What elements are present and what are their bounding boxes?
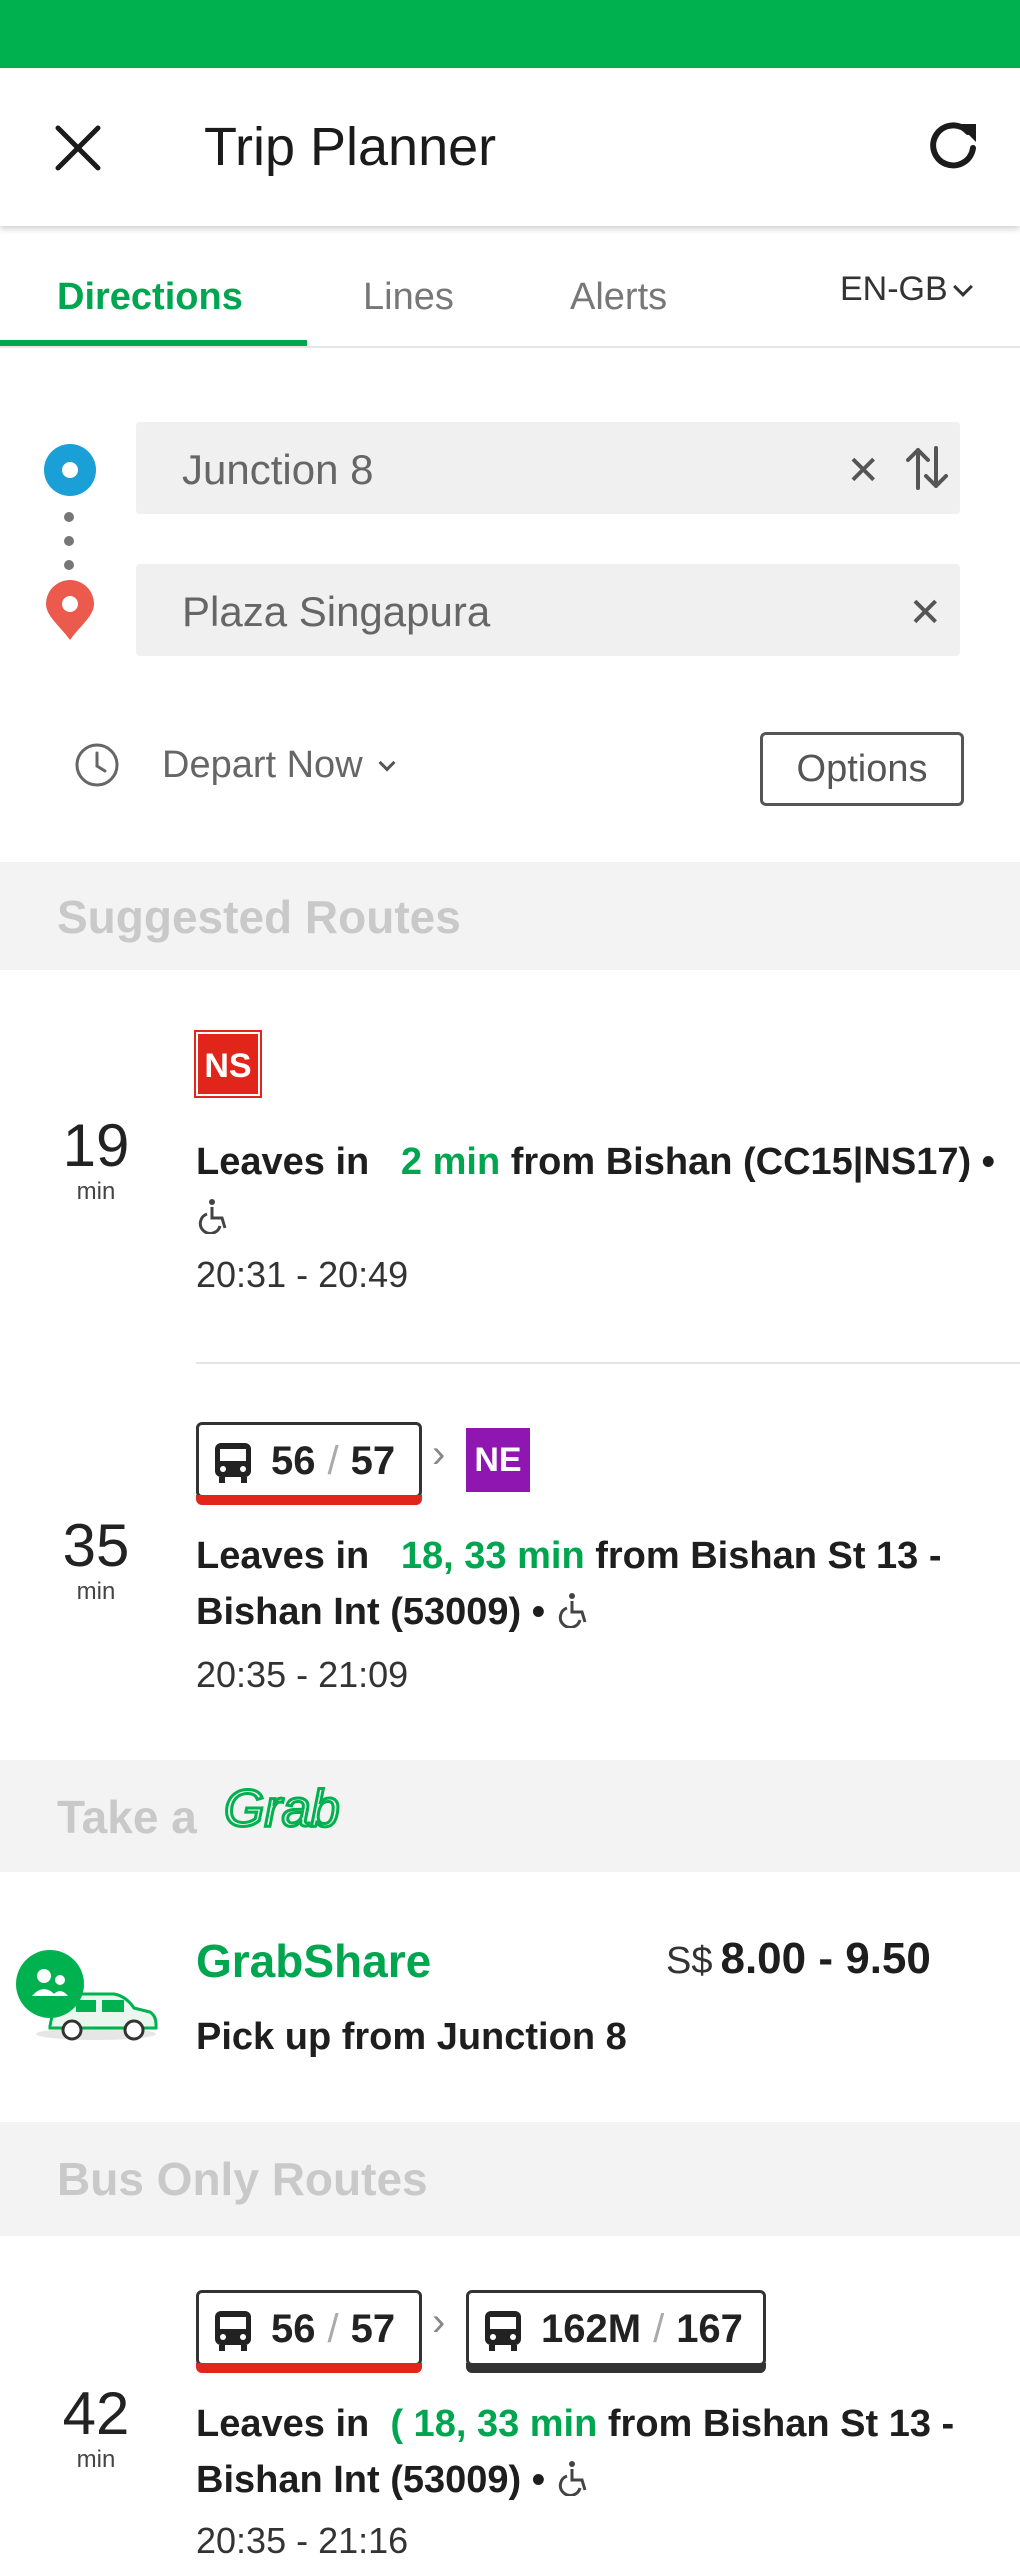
grab-logo: Grab	[224, 1780, 341, 1836]
section-title: Suggested Routes	[57, 891, 461, 943]
route-description: Leaves in 18, 33 min from Bishan St 13 -…	[196, 1528, 996, 1640]
destination-input[interactable]: Plaza Singapura	[182, 588, 490, 636]
route-duration: 19 min	[46, 1114, 146, 1206]
duration-value: 35	[62, 1512, 130, 1579]
route-duration: 35 min	[46, 1514, 146, 1606]
tab-directions[interactable]: Directions	[57, 276, 243, 319]
duration-unit: min	[76, 1178, 116, 1205]
bus-numbers: 56/57	[271, 2307, 396, 2351]
origin-marker-icon	[44, 444, 96, 496]
leaves-time: ( 18, 33 min	[390, 2403, 598, 2445]
refresh-icon[interactable]	[924, 118, 982, 176]
route-times: 20:35 - 21:16	[196, 2520, 409, 2560]
bus-icon	[215, 1443, 251, 1483]
route-card[interactable]: NS 19 min Leaves in 2 min from Bishan (C…	[0, 1000, 1020, 1340]
section-title: Take a	[57, 1791, 197, 1843]
leaves-prefix: Leaves in	[196, 1535, 370, 1577]
bus-number: 57	[350, 2307, 396, 2351]
route-card[interactable]: 56/57 › 162M/167 42 min Leaves in ( 18, …	[0, 2282, 1020, 2560]
route-dots-icon	[64, 512, 74, 584]
leaves-time: 18, 33 min	[400, 1535, 585, 1577]
grabshare-pickup: Pick up from Junction 8	[196, 2016, 627, 2058]
chevron-down-icon	[378, 754, 396, 772]
leaves-prefix: Leaves in	[196, 2403, 370, 2445]
tab-bar: Directions Lines Alerts EN-GB	[0, 226, 1020, 348]
grabshare-price: S$ 8.00 - 9.50	[666, 1934, 931, 1984]
bus-color-bar	[196, 2363, 422, 2373]
close-icon[interactable]	[50, 120, 106, 176]
route-card[interactable]: 56/57 › NE 35 min Leaves in 18, 33 min f…	[0, 1414, 1020, 1754]
wheelchair-icon	[558, 1593, 587, 1628]
bus-number: 57	[350, 1439, 396, 1483]
grab-car-icon	[16, 1950, 158, 2041]
bus-number: 167	[676, 2307, 743, 2351]
bus-icon	[485, 2311, 521, 2351]
chevron-right-icon: ›	[432, 1432, 446, 1476]
grabshare-name: GrabShare	[196, 1935, 432, 1987]
bus-number: 56	[271, 2307, 316, 2351]
tab-lines[interactable]: Lines	[363, 276, 454, 319]
section-bus-only-routes: Bus Only Routes	[0, 2122, 1020, 2236]
bus-color-bar	[466, 2363, 766, 2373]
route-description: Leaves in ( 18, 33 min from Bishan St 13…	[196, 2396, 996, 2508]
options-button[interactable]: Options	[760, 732, 964, 806]
line-badge-ne: NE	[466, 1428, 530, 1492]
app-bar: Trip Planner	[0, 68, 1020, 226]
depart-label: Depart Now	[162, 744, 363, 786]
route-description: Leaves in 2 min from Bishan (CC15|NS17) …	[196, 1134, 996, 1246]
currency: S$	[666, 1940, 713, 1982]
section-take-a-grab: Take a	[0, 1760, 1020, 1872]
origin-field[interactable]: Junction 8 ✕	[136, 422, 960, 514]
route-duration: 42 min	[46, 2382, 146, 2474]
bus-icon	[215, 2311, 251, 2351]
chevron-right-icon: ›	[432, 2300, 446, 2344]
bus-service-badge: 56/57	[196, 1422, 422, 1505]
destination-pin-icon	[46, 580, 94, 640]
route-times: 20:31 - 20:49	[196, 1254, 409, 1295]
chevron-down-icon	[952, 277, 973, 297]
tab-alerts[interactable]: Alerts	[570, 276, 667, 319]
bus-color-bar	[196, 1495, 422, 1505]
active-tab-indicator	[0, 340, 307, 346]
clock-icon	[75, 743, 119, 787]
language-selector[interactable]: EN-GB	[840, 270, 973, 309]
page-title: Trip Planner	[204, 117, 497, 177]
bus-numbers: 162M/167	[541, 2307, 743, 2351]
depart-time-selector[interactable]: Depart Now	[162, 744, 396, 787]
bus-numbers: 56/57	[271, 1439, 396, 1483]
divider	[196, 1362, 1020, 1364]
section-suggested-routes: Suggested Routes	[0, 862, 1020, 970]
line-badge-ns: NS	[194, 1030, 262, 1098]
leaves-time: 2 min	[400, 1141, 501, 1183]
route-times: 20:35 - 21:09	[196, 1654, 409, 1695]
bus-number: 162M	[541, 2307, 642, 2351]
duration-unit: min	[76, 2446, 116, 2473]
wheelchair-icon	[198, 1199, 227, 1234]
leaves-prefix: Leaves in	[196, 1141, 370, 1183]
bus-service-badge: 56/57	[196, 2290, 422, 2373]
duration-unit: min	[76, 1578, 116, 1605]
leaves-detail: from Bishan (CC15|NS17) •	[510, 1141, 995, 1183]
origin-input[interactable]: Junction 8	[182, 446, 373, 494]
language-label: EN-GB	[840, 270, 948, 308]
svg-text:Grab: Grab	[224, 1780, 340, 1836]
duration-value: 42	[62, 2380, 130, 2447]
status-bar	[0, 0, 1020, 68]
clear-origin-icon[interactable]: ✕	[846, 448, 880, 494]
swap-icon[interactable]	[904, 444, 950, 492]
wheelchair-icon	[558, 2461, 587, 2496]
duration-value: 19	[62, 1112, 130, 1179]
bus-service-badge: 162M/167	[466, 2290, 766, 2373]
price-range: 8.00 - 9.50	[720, 1934, 931, 1983]
section-title: Bus Only Routes	[57, 2153, 428, 2205]
bus-number: 56	[271, 1439, 316, 1483]
destination-field[interactable]: Plaza Singapura ✕	[136, 564, 960, 656]
clear-destination-icon[interactable]: ✕	[908, 590, 942, 636]
